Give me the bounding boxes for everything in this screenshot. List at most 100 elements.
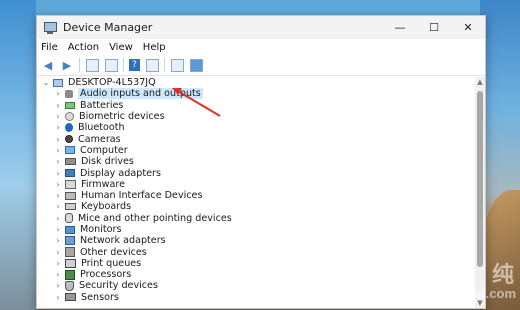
tree-item-label: Disk drives [81,156,134,168]
tree-item-label: Computer [80,144,128,156]
menu-view[interactable]: View [109,42,133,53]
list-icon[interactable] [145,58,159,72]
tree-item-label: Cameras [78,133,121,145]
firmware-icon [65,179,76,189]
watermark: 纯 DaDiGhost.com [356,264,516,304]
menu-action[interactable]: Action [68,42,99,53]
tree-item-bluetooth[interactable]: › Bluetooth [37,122,473,133]
maximize-button[interactable]: ☐ [417,16,451,39]
computer-icon [53,78,63,87]
window-title: Device Manager [63,21,153,34]
bluetooth-icon [65,123,73,133]
watermark-text: DaDiGhost.com [418,286,516,301]
processor-icon [65,269,75,280]
security-icon [65,280,74,291]
tree-item-label: Print queues [81,257,142,269]
grid-icon[interactable] [104,58,118,72]
chevron-right-icon[interactable]: › [53,281,63,290]
tree-item-label: Processors [80,269,132,281]
tree-item-label: Human Interface Devices [81,190,203,202]
scroll-up-icon[interactable]: ▲ [475,77,485,87]
tree-item-label: Security devices [79,280,158,292]
audio-icon [65,89,73,98]
camera-icon [65,135,73,144]
tree-item-label: Mice and other pointing devices [78,212,232,224]
title-bar[interactable]: Device Manager — ☐ ✕ [37,16,485,39]
device-manager-app-icon [43,21,57,35]
menu-help[interactable]: Help [143,42,166,53]
tree-root-label: DESKTOP-4L537JQ [68,77,156,89]
tree-root[interactable]: ⌄ DESKTOP-4L537JQ [37,77,473,88]
tree-item-computer[interactable]: › Computer [37,145,473,156]
tree-item-label: Other devices [80,246,147,258]
chevron-right-icon[interactable]: › [53,214,63,223]
network-icon [65,236,75,246]
tree-item-batteries[interactable]: › Batteries [37,100,473,111]
menu-file[interactable]: File [41,42,58,53]
chevron-right-icon[interactable]: › [53,259,63,268]
tree-item-label: Batteries [80,99,124,111]
toolbar-separator [123,58,124,72]
toolbar-separator [164,58,165,72]
chevron-right-icon[interactable]: › [53,112,63,121]
help-icon[interactable]: ? [129,59,140,71]
back-arrow-icon[interactable]: ◀ [41,58,55,72]
red-annotation-arrow [172,88,221,117]
keyboard-icon [65,203,76,211]
chevron-right-icon[interactable]: › [53,101,63,110]
tree-item-monitors[interactable]: › Monitors [37,224,473,235]
chevron-right-icon[interactable]: › [53,236,63,245]
tree-item-network[interactable]: › Network adapters [37,235,473,246]
chevron-down-icon[interactable]: ⌄ [41,78,51,87]
chevron-right-icon[interactable]: › [53,202,63,211]
desktop-wallpaper-left [0,0,36,310]
biometric-icon [65,112,74,122]
chevron-right-icon[interactable]: › [53,169,63,178]
tree-item-label: Monitors [80,224,122,235]
chevron-right-icon[interactable]: › [53,146,63,155]
chevron-right-icon[interactable]: › [53,225,63,234]
chevron-right-icon[interactable]: › [53,157,63,166]
scrollbar-thumb[interactable] [477,91,483,267]
chevron-right-icon[interactable]: › [53,248,63,257]
computer-icon [65,146,75,155]
toolbar-separator [79,58,80,72]
tree-item-keyboards[interactable]: › Keyboards [37,201,473,212]
tree-item-display-adapters[interactable]: › Display adapters [37,167,473,179]
tree-item-label: Keyboards [81,201,132,213]
tree-item-cameras[interactable]: › Cameras [37,133,473,145]
mouse-icon [65,213,73,224]
toolbar: ◀ ▶ ? [37,55,485,76]
chevron-right-icon[interactable]: › [53,123,63,132]
tree-item-label: Firmware [81,178,125,190]
tree-item-mice[interactable]: › Mice and other pointing devices [37,213,473,224]
tree-item-disk-drives[interactable]: › Disk drives [37,156,473,167]
monitor-icon [65,225,75,234]
tree-item-label: Sensors [81,291,119,303]
scan-icon[interactable] [170,58,184,72]
hid-icon [65,191,76,200]
tree-item-label: Bluetooth [78,122,125,134]
tree-item-label: Network adapters [80,235,166,247]
disk-icon [65,158,76,166]
tree-item-firmware[interactable]: › Firmware [37,179,473,190]
minimize-button[interactable]: — [383,16,417,39]
tree-item-biometric[interactable]: › Biometric devices [37,111,473,122]
tree-item-hid[interactable]: › Human Interface Devices [37,190,473,201]
tree-item-other[interactable]: › Other devices [37,246,473,258]
chevron-right-icon[interactable]: › [53,89,63,98]
close-button[interactable]: ✕ [451,16,485,39]
display-adapter-icon [65,169,75,178]
other-devices-icon [65,247,75,258]
printer-icon [65,258,76,268]
monitor-icon[interactable] [189,58,203,72]
chevron-right-icon[interactable]: › [53,191,63,200]
chevron-right-icon[interactable]: › [53,293,63,302]
tree-item-audio[interactable]: › Audio inputs and outputs [37,88,473,100]
properties-icon[interactable] [85,58,99,72]
forward-arrow-icon[interactable]: ▶ [60,58,74,72]
chevron-right-icon[interactable]: › [53,270,63,279]
chevron-right-icon[interactable]: › [53,135,63,144]
chevron-right-icon[interactable]: › [53,180,63,189]
battery-icon [65,101,75,109]
